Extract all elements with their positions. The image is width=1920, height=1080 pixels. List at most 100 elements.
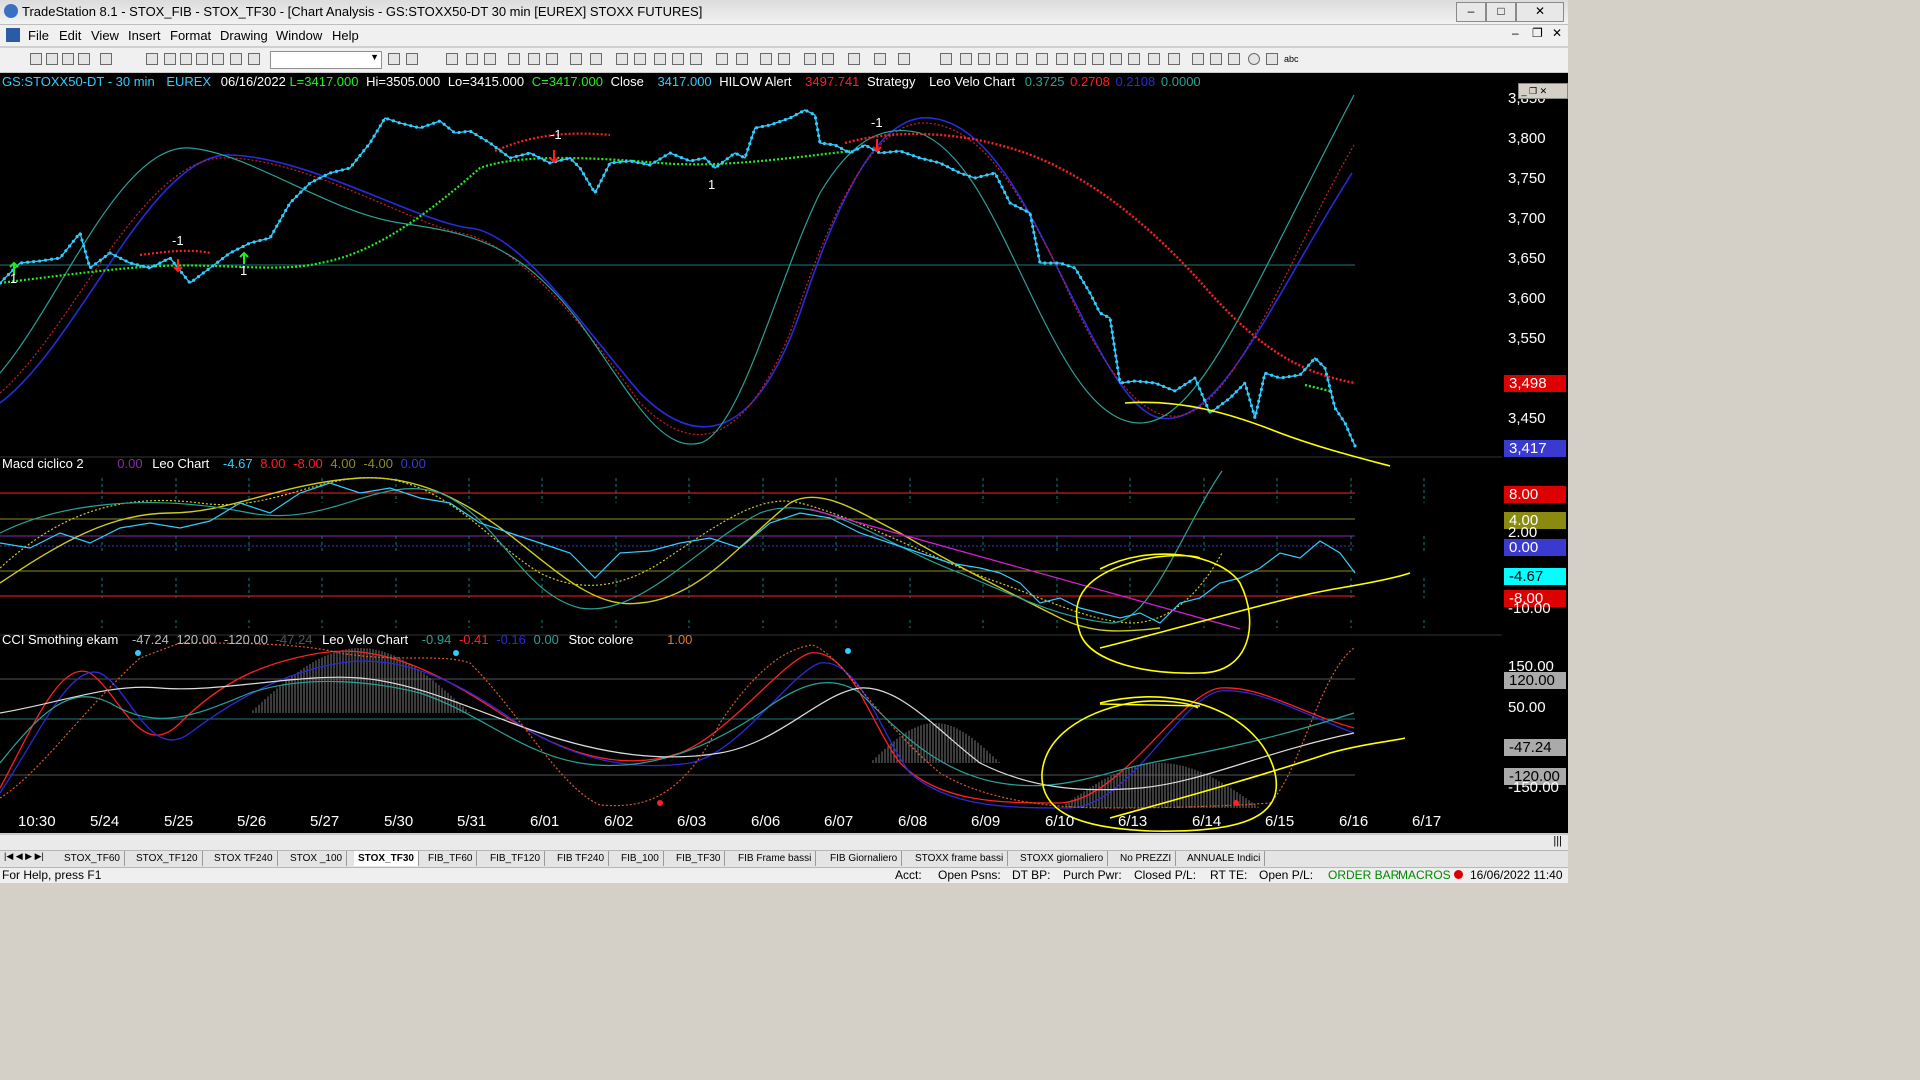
indicator-icon[interactable] xyxy=(508,53,520,65)
matrix-icon[interactable] xyxy=(654,53,666,65)
paintbar-icon[interactable] xyxy=(546,53,558,65)
menu-drawing[interactable]: Drawing xyxy=(220,28,268,43)
pencil-icon[interactable] xyxy=(1168,53,1180,65)
tab-stox-tf120[interactable]: STOX_TF120 xyxy=(132,851,203,866)
mdi-close-button[interactable]: ✕ xyxy=(1552,26,1562,40)
line-chart-icon[interactable] xyxy=(466,53,478,65)
fan-icon[interactable] xyxy=(1092,53,1104,65)
print-icon[interactable] xyxy=(146,53,158,65)
link-icon[interactable] xyxy=(248,53,260,65)
save-icon[interactable] xyxy=(62,53,74,65)
minimize-button[interactable]: – xyxy=(1456,2,1486,22)
save-all-icon[interactable] xyxy=(78,53,90,65)
expand-icon[interactable] xyxy=(716,53,728,65)
mail-icon[interactable] xyxy=(898,53,910,65)
text-tool-icon[interactable]: abc xyxy=(1284,53,1304,65)
properties-icon[interactable] xyxy=(874,53,886,65)
tab-fib-tf240[interactable]: FIB TF240 xyxy=(553,851,610,866)
candle-icon[interactable] xyxy=(484,53,496,65)
new-icon[interactable] xyxy=(30,53,42,65)
tab-fib-giornaliero[interactable]: FIB Giornaliero xyxy=(826,851,903,866)
ellipse-icon[interactable] xyxy=(1248,53,1260,65)
channel-icon[interactable] xyxy=(1016,53,1028,65)
horizontal-lines-icon[interactable] xyxy=(978,53,990,65)
zoom-in-icon[interactable] xyxy=(760,53,772,65)
analysis-icon[interactable] xyxy=(570,53,582,65)
tab-stox-tf30[interactable]: STOX_TF30 xyxy=(354,851,419,866)
arrow-down-icon[interactable] xyxy=(1210,53,1222,65)
bar-chart-icon[interactable] xyxy=(446,53,458,65)
tab-fib-100[interactable]: FIB_100 xyxy=(617,851,664,866)
menu-insert[interactable]: Insert xyxy=(128,28,161,43)
gann-icon[interactable] xyxy=(1036,53,1048,65)
maximize-button[interactable]: □ xyxy=(1486,2,1516,22)
mdi-minimize-button[interactable]: – xyxy=(1512,26,1519,40)
mdi-restore-button[interactable]: ❐ xyxy=(1532,26,1543,40)
zoom-out-icon[interactable] xyxy=(778,53,790,65)
menu-file[interactable]: File xyxy=(28,28,49,43)
tab-fib-tf120[interactable]: FIB_TF120 xyxy=(486,851,546,866)
status-order-bar[interactable]: ORDER BAR xyxy=(1328,868,1399,882)
tab-stox-tf240[interactable]: STOX TF240 xyxy=(210,851,278,866)
tab-stox-100[interactable]: STOX _100 xyxy=(286,851,348,866)
search-icon[interactable] xyxy=(406,53,418,65)
rectangle-icon[interactable] xyxy=(1266,53,1278,65)
tab-fib-frame-bassi[interactable]: FIB Frame bassi xyxy=(734,851,817,866)
symbol-combo[interactable]: ▼ xyxy=(270,51,382,69)
price-dot xyxy=(1343,422,1347,426)
chart-inner-controls[interactable]: _ ❐ ✕ xyxy=(1518,83,1568,99)
curve-icon[interactable] xyxy=(1192,53,1204,65)
copy-icon[interactable] xyxy=(180,53,192,65)
tab-no-prezzi[interactable]: No PREZZI xyxy=(1116,851,1177,866)
menu-view[interactable]: View xyxy=(91,28,119,43)
compress-icon[interactable] xyxy=(736,53,748,65)
cut-icon[interactable] xyxy=(164,53,176,65)
format-icon[interactable] xyxy=(230,53,242,65)
horizontal-scrollbar[interactable]: ||| xyxy=(0,834,1568,850)
chart-canvas[interactable] xyxy=(0,73,1568,833)
fib-icon[interactable] xyxy=(996,53,1008,65)
tab-fib-tf30[interactable]: FIB_TF30 xyxy=(672,851,726,866)
radar-icon[interactable] xyxy=(634,53,646,65)
tab-stoxx-frame-bassi[interactable]: STOXX frame bassi xyxy=(911,851,1009,866)
strategy-icon[interactable] xyxy=(528,53,540,65)
go-icon[interactable] xyxy=(388,53,400,65)
tab-stox-tf60[interactable]: STOX_TF60 xyxy=(60,851,125,866)
parallel-icon[interactable] xyxy=(1128,53,1140,65)
hilo-icon[interactable] xyxy=(690,53,702,65)
vertical-lines-icon[interactable] xyxy=(960,53,972,65)
magenta-trendline xyxy=(809,508,1241,630)
tab-fib-tf60[interactable]: FIB_TF60 xyxy=(424,851,478,866)
ratio-icon[interactable] xyxy=(1110,53,1122,65)
price-dot xyxy=(1254,411,1258,415)
tab-stoxx-giornaliero[interactable]: STOXX giornaliero xyxy=(1016,851,1109,866)
price-dot xyxy=(559,158,563,162)
price-dot xyxy=(147,266,151,270)
status-macros[interactable]: MACROS xyxy=(1398,868,1451,882)
price-dot xyxy=(414,125,419,129)
tools-icon[interactable] xyxy=(848,53,860,65)
workspace-icon[interactable] xyxy=(590,53,602,65)
andrews-icon[interactable] xyxy=(1074,53,1086,65)
speed-lines-icon[interactable] xyxy=(1056,53,1068,65)
undo-icon[interactable] xyxy=(212,53,224,65)
menu-edit[interactable]: Edit xyxy=(59,28,81,43)
paste-icon[interactable] xyxy=(196,53,208,65)
arc-icon[interactable] xyxy=(1148,53,1160,65)
close-button[interactable]: ✕ xyxy=(1516,2,1564,22)
crosshair-icon[interactable] xyxy=(822,53,834,65)
tab-annuale-indici[interactable]: ANNUALE Indici xyxy=(1183,851,1266,866)
tab-scroll-arrows-icon[interactable]: |◀ ◀ ▶ ▶| xyxy=(4,851,44,862)
trendline-icon[interactable] xyxy=(940,53,952,65)
arrow-up-icon[interactable] xyxy=(1228,53,1240,65)
pointer-icon[interactable] xyxy=(804,53,816,65)
menu-window[interactable]: Window xyxy=(276,28,322,43)
chart-analysis-window[interactable]: GS:STOXX50-DT - 30 min EUREX 06/16/2022 … xyxy=(0,73,1568,833)
open-icon[interactable] xyxy=(46,53,58,65)
menu-help[interactable]: Help xyxy=(332,28,359,43)
scroll-right-icon[interactable]: ||| xyxy=(1553,835,1562,847)
print-preview-icon[interactable] xyxy=(100,53,112,65)
bars-icon[interactable] xyxy=(672,53,684,65)
grid-icon[interactable] xyxy=(616,53,628,65)
menu-format[interactable]: Format xyxy=(170,28,211,43)
